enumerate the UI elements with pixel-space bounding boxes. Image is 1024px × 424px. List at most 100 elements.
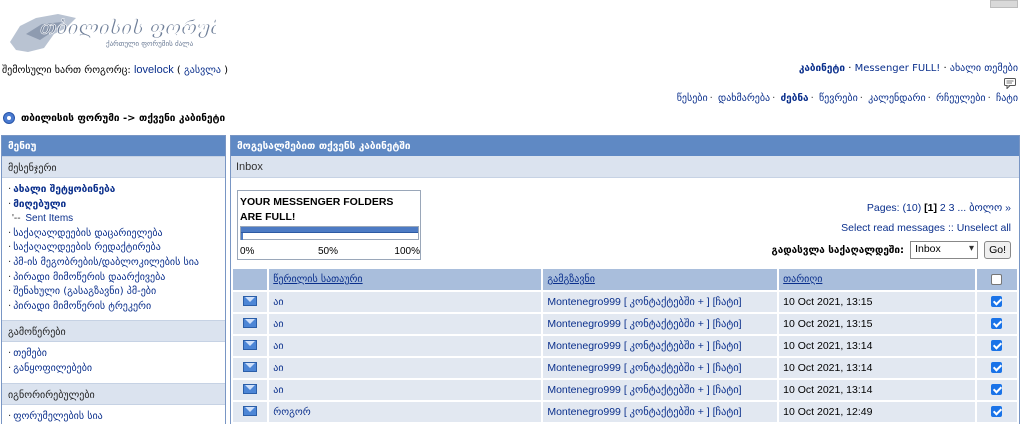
message-subject[interactable]: აი — [269, 292, 542, 312]
page-2-link[interactable]: 2 — [940, 202, 946, 214]
message-subject[interactable]: აი — [269, 358, 542, 378]
header-select-all[interactable] — [976, 269, 1017, 290]
message-sender[interactable]: Montenegro999 [ კონტაქტებში + ] [ჩატი] — [543, 336, 778, 356]
username-link[interactable]: lovelock — [134, 64, 174, 76]
forum-logo[interactable]: თბილისის ფორუმი ქართული ფორუმის ძალა — [6, 4, 216, 56]
menu-item-inbox: · მიღებული — [8, 198, 219, 213]
menu-section-subscriptions: გამოწერები — [2, 320, 225, 343]
message-subject[interactable]: აი — [269, 314, 542, 334]
current-page: [1] — [924, 202, 937, 214]
message-icon-cell — [233, 292, 268, 312]
message-subject[interactable]: აი — [269, 336, 542, 356]
message-select[interactable] — [976, 358, 1017, 378]
nav-search[interactable]: ძებნა — [781, 93, 809, 104]
message-sender[interactable]: Montenegro999 [ კონტაქტებში + ] [ჩატი] — [543, 292, 778, 312]
sep: · — [859, 93, 863, 104]
message-date: 10 Oct 2021, 13:14 — [779, 358, 975, 378]
sender-link[interactable]: Montenegro999 [ კონტაქტებში + ] [ჩატი] — [547, 318, 741, 330]
message-select[interactable] — [976, 336, 1017, 356]
envelope-icon — [243, 339, 258, 350]
select-all-checkbox[interactable] — [991, 273, 1003, 285]
select-read-link[interactable]: Select read messages — [841, 222, 945, 234]
message-checkbox[interactable] — [991, 340, 1003, 352]
jump-label: გადასვლა საქაღალდეში: — [771, 244, 905, 256]
sender-link[interactable]: Montenegro999 [ კონტაქტებში + ] [ჩატი] — [547, 362, 741, 374]
subject-link[interactable]: როგორ — [273, 407, 310, 418]
nav-members[interactable]: წევრები — [819, 93, 858, 104]
subject-link[interactable]: აი — [273, 385, 283, 396]
logout-link[interactable]: გასვლა — [184, 65, 221, 76]
menu-item-forums: · განყოფილებები — [8, 362, 219, 377]
bullet-dot: · — [8, 242, 12, 254]
message-select[interactable] — [976, 380, 1017, 400]
menu-link[interactable]: Sent Items — [25, 213, 73, 224]
subject-link[interactable]: აი — [273, 341, 283, 352]
nav-rules[interactable]: წესები — [677, 93, 708, 104]
menu-link[interactable]: პმ-ის მეგობრების/დაბლოკილების სია — [13, 257, 199, 268]
subject-link[interactable]: აი — [273, 363, 283, 374]
cabinet-link[interactable]: კაბინეტი — [799, 63, 845, 74]
message-select[interactable] — [976, 314, 1017, 334]
subject-link[interactable]: აი — [273, 319, 283, 330]
menu-title: მენიუ — [2, 136, 225, 156]
subject-link[interactable]: აი — [273, 297, 283, 308]
sender-link[interactable]: Montenegro999 [ კონტაქტებში + ] [ჩატი] — [547, 296, 741, 308]
message-sender[interactable]: Montenegro999 [ კონტაქტებში + ] [ჩატი] — [543, 402, 778, 422]
envelope-icon — [243, 383, 258, 394]
message-checkbox[interactable] — [991, 362, 1003, 374]
message-subject[interactable]: აი — [269, 380, 542, 400]
menu-link[interactable]: პირადი მიმოწერის ტრეკერი — [13, 301, 151, 312]
menu-link[interactable]: პირადი მიმოწერის დაარქივება — [13, 272, 165, 283]
storage-progress-marker — [241, 233, 243, 240]
header-sender[interactable]: გამგზავნი — [543, 269, 778, 290]
menu-section-ignored: იგნორირებულები — [2, 382, 225, 405]
page-3-link[interactable]: 3 — [949, 202, 955, 214]
sender-link[interactable]: Montenegro999 [ კონტაქტებში + ] [ჩატი] — [547, 384, 741, 396]
bullet-dot: · — [8, 256, 12, 268]
message-sender[interactable]: Montenegro999 [ კონტაქტებში + ] [ჩატი] — [543, 380, 778, 400]
expand-icon[interactable] — [990, 0, 1018, 8]
menu-link[interactable]: თემები — [13, 348, 47, 359]
menu-link[interactable]: შენახული (გასაგზავნი) პმ-ები — [13, 286, 156, 297]
sender-link[interactable]: Montenegro999 [ კონტაქტებში + ] [ჩატი] — [547, 406, 741, 418]
folder-select[interactable]: Inbox — [910, 241, 979, 259]
message-sender[interactable]: Montenegro999 [ კონტაქტებში + ] [ჩატი] — [543, 358, 778, 378]
nav-ratings[interactable]: რჩეულები — [936, 93, 986, 104]
nav-calendar[interactable]: კალენდარი — [868, 93, 926, 104]
nav-links: წესები · დახმარება · ძებნა · წევრები · კალენ… — [677, 93, 1018, 104]
message-select[interactable] — [976, 402, 1017, 422]
message-checkbox[interactable] — [991, 406, 1003, 418]
message-subject[interactable]: როგორ — [269, 402, 542, 422]
chat-bubble-icon[interactable] — [1004, 78, 1016, 89]
message-checkbox[interactable] — [991, 296, 1003, 308]
menu-link[interactable]: ფორუმელების სია — [13, 411, 103, 422]
last-page-link[interactable]: ბოლო » — [969, 202, 1011, 214]
nav-chat[interactable]: ჩატი — [996, 93, 1018, 104]
scale-max: 100% — [394, 246, 420, 257]
nav-help[interactable]: დახმარება — [718, 93, 770, 104]
header-subject[interactable]: წერილის სათაური — [269, 269, 542, 290]
message-icon-cell — [233, 314, 268, 334]
message-sender[interactable]: Montenegro999 [ კონტაქტებში + ] [ჩატი] — [543, 314, 778, 334]
menu-item-tracker: · პირადი მიმოწერის ტრეკერი — [8, 300, 219, 315]
menu-link[interactable]: საქაღალდეების რედაქტირება — [13, 242, 161, 253]
unselect-all-link[interactable]: Unselect all — [957, 222, 1011, 234]
message-checkbox[interactable] — [991, 318, 1003, 330]
menu-link[interactable]: განყოფილებები — [13, 363, 92, 374]
menu-link[interactable]: საქაღალდეების დაცარიელება — [13, 228, 162, 239]
breadcrumb-text[interactable]: თბილისის ფორუმი -> თქვენი კაბინეტი — [21, 113, 225, 124]
storage-box: YOUR MESSENGER FOLDERS ARE FULL! 0% 50% … — [237, 190, 421, 260]
header-date[interactable]: თარიღი — [779, 269, 975, 290]
messenger-link[interactable]: Messenger FULL! — [855, 63, 941, 74]
main-title: მოგესალმებით თქვენს კაბინეტში — [231, 136, 1019, 156]
go-button[interactable]: Go! — [984, 241, 1011, 259]
menu-link[interactable]: ახალი შეტყობინება — [13, 184, 115, 195]
menu-link[interactable]: მიღებული — [13, 199, 66, 210]
sender-link[interactable]: Montenegro999 [ კონტაქტებში + ] [ჩატი] — [547, 340, 741, 352]
bullet-dot: · — [8, 286, 12, 298]
envelope-icon — [243, 361, 258, 372]
message-date: 10 Oct 2021, 13:14 — [779, 380, 975, 400]
new-topics-link[interactable]: ახალი თემები — [950, 63, 1018, 74]
message-checkbox[interactable] — [991, 384, 1003, 396]
message-select[interactable] — [976, 292, 1017, 312]
